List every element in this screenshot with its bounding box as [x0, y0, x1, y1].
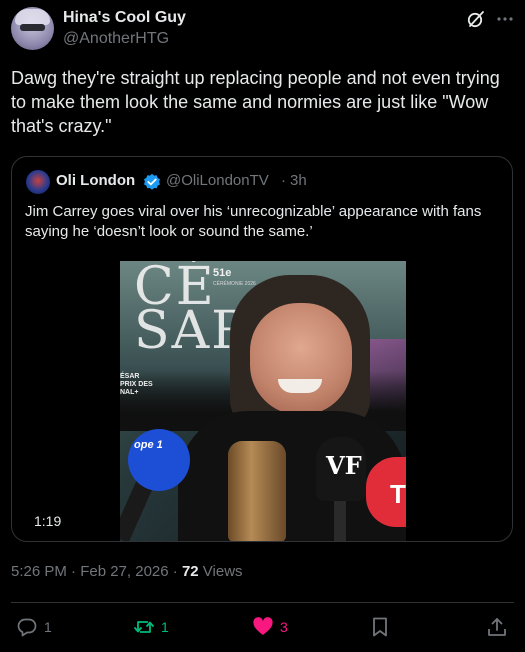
bookmark-icon: [373, 617, 387, 637]
quoted-post-card[interactable]: Oli London @OliLondonTV · 3h Jim Carrey …: [11, 156, 513, 542]
quoted-post-time[interactable]: 3h: [290, 172, 307, 189]
like-button[interactable]: 3: [252, 616, 288, 638]
video-person-face: [250, 303, 352, 415]
more-icon[interactable]: [495, 9, 515, 29]
video-mic-black-stem: [334, 497, 346, 541]
avatar-glasses: [20, 24, 45, 31]
repost-count: 1: [161, 619, 169, 635]
quoted-author-handle[interactable]: @OliLondonTV: [166, 172, 269, 189]
repost-icon: [134, 621, 154, 633]
repost-button[interactable]: 1: [133, 616, 169, 638]
author-avatar[interactable]: [11, 7, 54, 50]
video-mic-red-label: T: [390, 479, 406, 509]
video-player[interactable]: CÉ SAR 51e CÉRÉMONIE 2026 ÉSAR PRIX DES …: [120, 261, 406, 541]
share-button[interactable]: [486, 616, 508, 638]
video-edition-label: 51e: [213, 267, 232, 279]
video-sign: ÉSAR PRIX DES NAL+: [120, 373, 153, 396]
video-ceremony-label: CÉRÉMONIE 2026: [213, 281, 256, 287]
grok-icon[interactable]: [466, 9, 486, 29]
post-timestamp[interactable]: 5:26 PM · Feb 27, 2026 ·: [11, 563, 178, 580]
reply-button[interactable]: 1: [16, 616, 52, 638]
author-display-name[interactable]: Hina's Cool Guy: [63, 9, 186, 27]
views-label: Views: [202, 563, 243, 580]
reply-count: 1: [44, 619, 52, 635]
like-count: 3: [280, 619, 288, 635]
bookmark-button[interactable]: [369, 616, 391, 638]
separator-dot: ·: [281, 172, 286, 189]
divider: [11, 602, 514, 603]
share-icon: [488, 618, 506, 636]
avatar-hair: [15, 9, 50, 25]
reply-icon: [17, 618, 37, 637]
heart-icon: [253, 617, 273, 635]
video-trophy: [228, 441, 286, 541]
views-count: 72: [181, 563, 199, 580]
author-handle[interactable]: @AnotherHTG: [63, 30, 169, 48]
quoted-author-avatar[interactable]: [26, 170, 50, 194]
post-text: Dawg they're straight up replacing peopl…: [11, 68, 500, 136]
video-mic-blue-label: ope 1: [134, 439, 163, 451]
video-mic-black-label: VF: [326, 451, 362, 480]
quoted-author-display-name[interactable]: Oli London: [56, 172, 135, 189]
post-meta: 5:26 PM · Feb 27, 2026 · 72 Views: [11, 563, 243, 580]
quoted-post-text: Jim Carrey goes viral over his ‘unrecogn…: [25, 203, 482, 240]
verified-icon: [143, 173, 161, 191]
video-duration: 1:19: [34, 513, 62, 529]
